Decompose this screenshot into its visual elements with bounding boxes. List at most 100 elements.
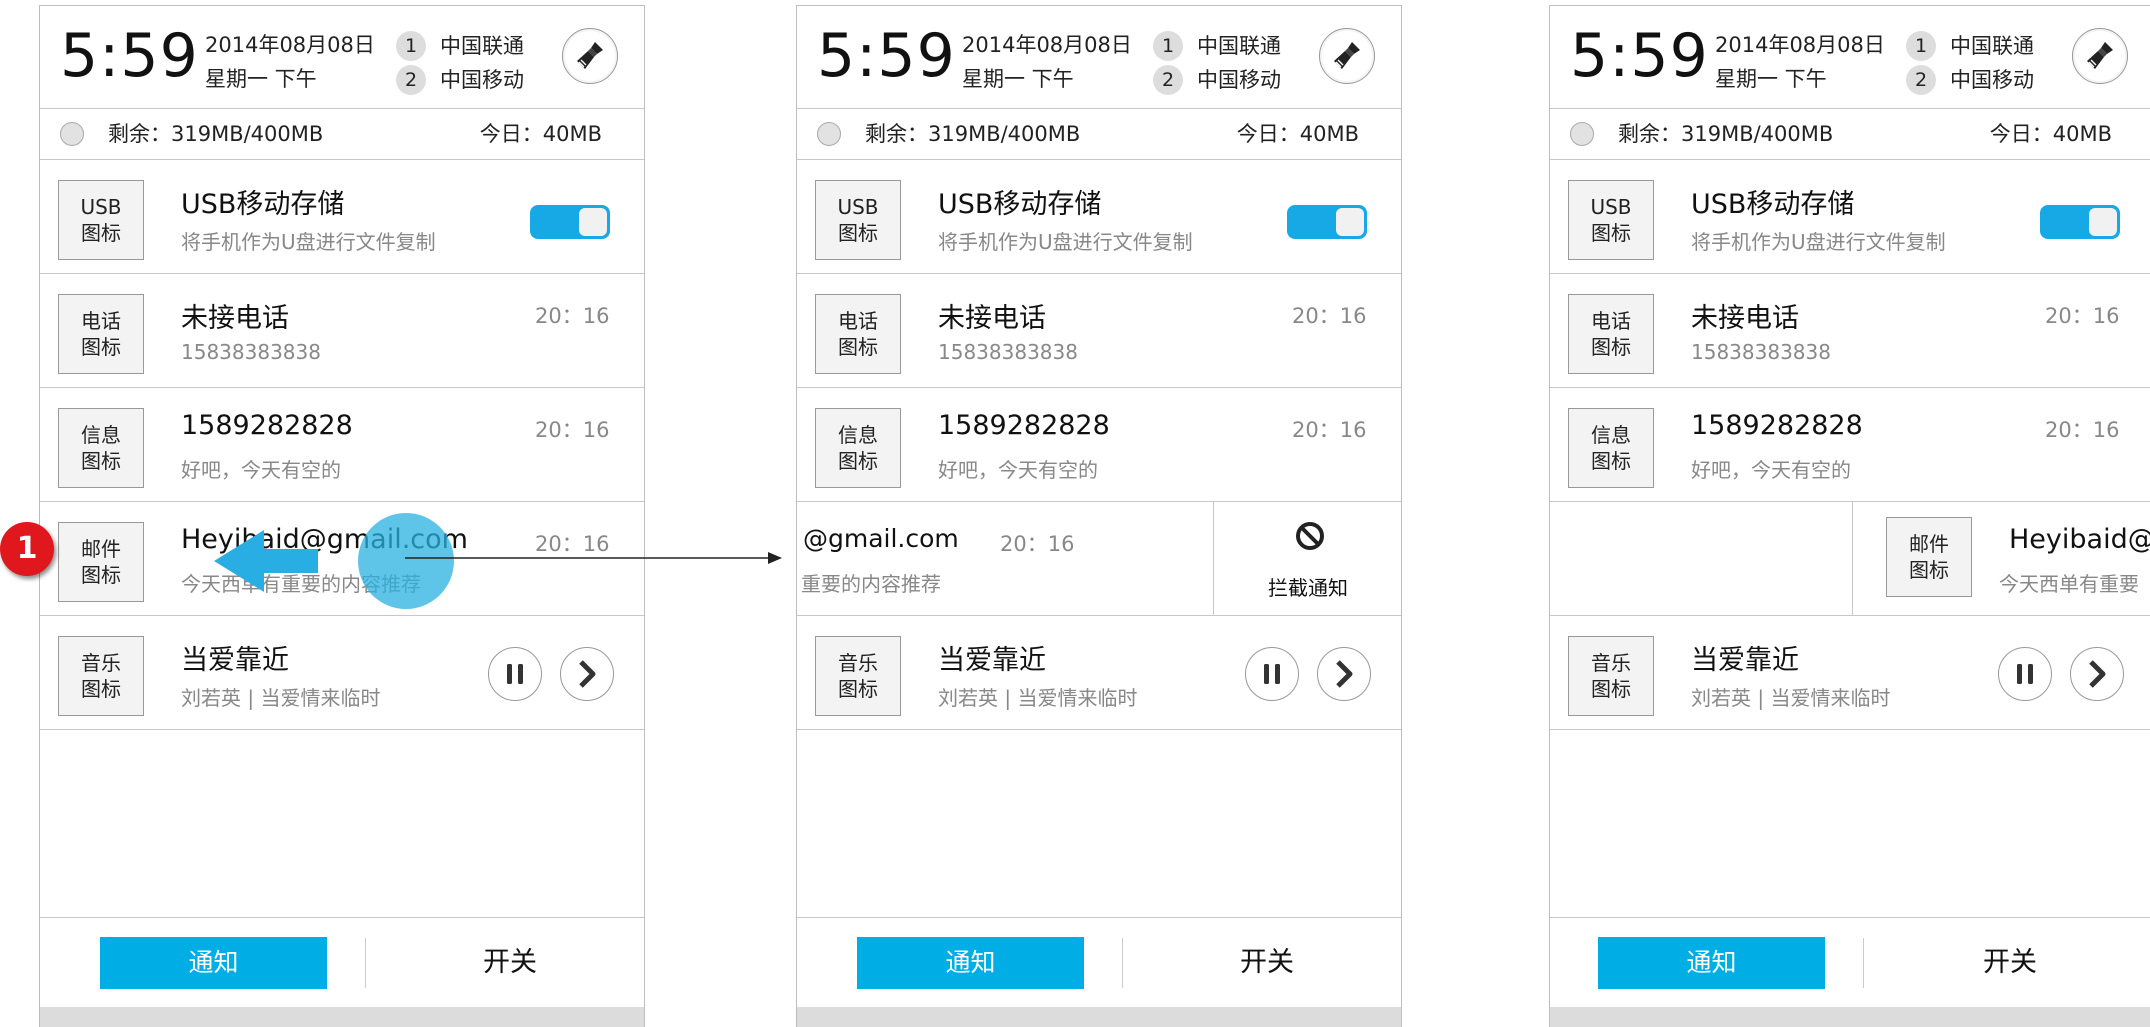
music-icon: 音乐 图标 bbox=[1568, 636, 1654, 716]
mail-item[interactable]: 邮件 图标 Heyibaid@gmail.com 今天西单有重要的内容推荐 20：… bbox=[40, 502, 644, 616]
song-artist: 刘若英 | 当爱情来临时 bbox=[181, 686, 381, 710]
usb-title: USB移动存储 bbox=[938, 189, 1102, 220]
sms-item[interactable]: 信息 图标 1589282828 好吧，今天有空的 20：16 bbox=[797, 388, 1401, 502]
music-icon-label-2: 图标 bbox=[81, 677, 121, 701]
usb-icon-label-2: 图标 bbox=[81, 221, 121, 245]
sim-2-carrier: 中国移动 bbox=[1950, 68, 2034, 92]
mail-item-swiped[interactable]: @gmail.com 20：16 重要的内容推荐 拦截通知 bbox=[797, 502, 1401, 616]
data-usage-indicator bbox=[1570, 122, 1594, 146]
chevron-right-icon bbox=[1336, 660, 1353, 688]
usb-toggle[interactable] bbox=[1287, 205, 1367, 239]
usb-toggle[interactable] bbox=[2040, 205, 2120, 239]
next-button[interactable] bbox=[1317, 647, 1371, 701]
song-title: 当爱靠近 bbox=[938, 645, 1046, 676]
music-item[interactable]: 音乐 图标 当爱靠近 刘若英 | 当爱情来临时 bbox=[797, 616, 1401, 730]
pause-button[interactable] bbox=[1998, 647, 2052, 701]
sms-sender: 1589282828 bbox=[1691, 410, 1863, 441]
data-today: 今日：40MB bbox=[1989, 122, 2112, 146]
music-icon-label-1: 音乐 bbox=[81, 651, 121, 675]
data-remaining: 剩余：319MB/400MB bbox=[108, 122, 324, 146]
phone-icon-label-2: 图标 bbox=[81, 335, 121, 359]
missed-call-item[interactable]: 电话 图标 未接电话 15838383838 20：16 bbox=[1550, 274, 2150, 388]
brush-icon bbox=[1334, 42, 1360, 69]
usb-toggle[interactable] bbox=[530, 205, 610, 239]
next-button[interactable] bbox=[560, 647, 614, 701]
sim-2: 2 中国移动 bbox=[1906, 62, 2034, 96]
date-text: 2014年08月08日 bbox=[1715, 33, 1885, 57]
message-icon-label-1: 信息 bbox=[838, 423, 878, 447]
mail-icon: 邮件 图标 bbox=[1886, 517, 1972, 597]
call-number: 15838383838 bbox=[1691, 340, 1831, 364]
pause-icon bbox=[507, 664, 523, 684]
song-title: 当爱靠近 bbox=[181, 645, 289, 676]
sms-sender: 1589282828 bbox=[181, 410, 353, 441]
song-artist: 刘若英 | 当爱情来临时 bbox=[938, 686, 1138, 710]
chevron-right-icon bbox=[2089, 660, 2106, 688]
sms-item[interactable]: 信息 图标 1589282828 好吧，今天有空的 20：16 bbox=[40, 388, 644, 502]
mail-sender-partial: Heyibaid@ bbox=[2009, 524, 2150, 555]
message-icon-label-2: 图标 bbox=[1591, 449, 1631, 473]
mail-preview-partial: 重要的内容推荐 bbox=[801, 572, 941, 596]
music-item[interactable]: 音乐 图标 当爱靠近 刘若英 | 当爱情来临时 bbox=[1550, 616, 2150, 730]
data-usage-bar: 剩余：319MB/400MB 今日：40MB bbox=[40, 109, 644, 160]
status-header: 5:59 2014年08月08日 星期一 下午 1 中国联通 2 中国移动 bbox=[1550, 6, 2150, 109]
weekday-text: 星期一 下午 bbox=[1715, 67, 1827, 91]
tab-notifications[interactable]: 通知 bbox=[100, 937, 327, 989]
tab-notifications[interactable]: 通知 bbox=[857, 937, 1084, 989]
usb-storage-item[interactable]: USB 图标 USB移动存储 将手机作为U盘进行文件复制 bbox=[797, 160, 1401, 274]
message-icon-label-2: 图标 bbox=[838, 449, 878, 473]
sms-item[interactable]: 信息 图标 1589282828 好吧，今天有空的 20：16 bbox=[1550, 388, 2150, 502]
status-header: 5:59 2014年08月08日 星期一 下午 1 中国联通 2 中国移动 bbox=[40, 6, 644, 109]
tab-divider bbox=[365, 938, 366, 988]
tab-notifications[interactable]: 通知 bbox=[1598, 937, 1825, 989]
usb-icon: USB 图标 bbox=[58, 180, 144, 260]
block-notification-button[interactable]: 拦截通知 bbox=[1213, 502, 1401, 615]
clock-time: 5:59 bbox=[60, 21, 199, 91]
brush-icon bbox=[577, 42, 603, 69]
tab-switches[interactable]: 开关 bbox=[420, 937, 600, 989]
usb-storage-item[interactable]: USB 图标 USB移动存储 将手机作为U盘进行文件复制 bbox=[40, 160, 644, 274]
phone-icon: 电话 图标 bbox=[1568, 294, 1654, 374]
tab-switches[interactable]: 开关 bbox=[1920, 937, 2100, 989]
usb-icon-label-2: 图标 bbox=[838, 221, 878, 245]
bottom-bar bbox=[797, 1007, 1401, 1027]
toggle-knob bbox=[1336, 208, 1364, 236]
clean-button[interactable] bbox=[562, 28, 618, 84]
block-notification-label: 拦截通知 bbox=[1268, 576, 1348, 600]
music-icon-label-2: 图标 bbox=[1591, 677, 1631, 701]
usb-subtitle: 将手机作为U盘进行文件复制 bbox=[181, 230, 436, 254]
mail-icon-label-2: 图标 bbox=[1909, 558, 1949, 582]
clean-button[interactable] bbox=[1319, 28, 1375, 84]
sim-1: 1 中国联通 bbox=[1906, 28, 2034, 62]
sim-1: 1 中国联通 bbox=[396, 28, 524, 62]
missed-call-item[interactable]: 电话 图标 未接电话 15838383838 20：16 bbox=[797, 274, 1401, 388]
pause-button[interactable] bbox=[488, 647, 542, 701]
toggle-knob bbox=[2089, 208, 2117, 236]
music-item[interactable]: 音乐 图标 当爱靠近 刘若英 | 当爱情来临时 bbox=[40, 616, 644, 730]
mail-icon-label-1: 邮件 bbox=[1909, 532, 1949, 556]
sms-preview: 好吧，今天有空的 bbox=[1691, 458, 1851, 482]
next-button[interactable] bbox=[2070, 647, 2124, 701]
clean-button[interactable] bbox=[2072, 28, 2128, 84]
date-text: 2014年08月08日 bbox=[205, 33, 375, 57]
weekday-text: 星期一 下午 bbox=[962, 67, 1074, 91]
mail-item-slid[interactable]: 邮件 图标 Heyibaid@ 今天西单有重要 bbox=[1550, 502, 2150, 616]
tab-switches[interactable]: 开关 bbox=[1177, 937, 1357, 989]
usb-subtitle: 将手机作为U盘进行文件复制 bbox=[1691, 230, 1946, 254]
data-usage-indicator bbox=[817, 122, 841, 146]
phone-icon-label-1: 电话 bbox=[81, 309, 121, 333]
toggle-knob bbox=[579, 208, 607, 236]
bottom-tabs: 通知 开关 bbox=[1550, 917, 2150, 1008]
call-number: 15838383838 bbox=[938, 340, 1078, 364]
missed-call-item[interactable]: 电话 图标 未接电话 15838383838 20：16 bbox=[40, 274, 644, 388]
clock-time: 5:59 bbox=[1570, 21, 1709, 91]
sim-1-carrier: 中国联通 bbox=[440, 34, 524, 58]
song-artist: 刘若英 | 当爱情来临时 bbox=[1691, 686, 1891, 710]
pause-button[interactable] bbox=[1245, 647, 1299, 701]
message-icon: 信息 图标 bbox=[1568, 408, 1654, 488]
sim-1-badge: 1 bbox=[1153, 31, 1183, 61]
sms-sender: 1589282828 bbox=[938, 410, 1110, 441]
pause-icon bbox=[1264, 664, 1280, 684]
sim-1-carrier: 中国联通 bbox=[1950, 34, 2034, 58]
usb-storage-item[interactable]: USB 图标 USB移动存储 将手机作为U盘进行文件复制 bbox=[1550, 160, 2150, 274]
